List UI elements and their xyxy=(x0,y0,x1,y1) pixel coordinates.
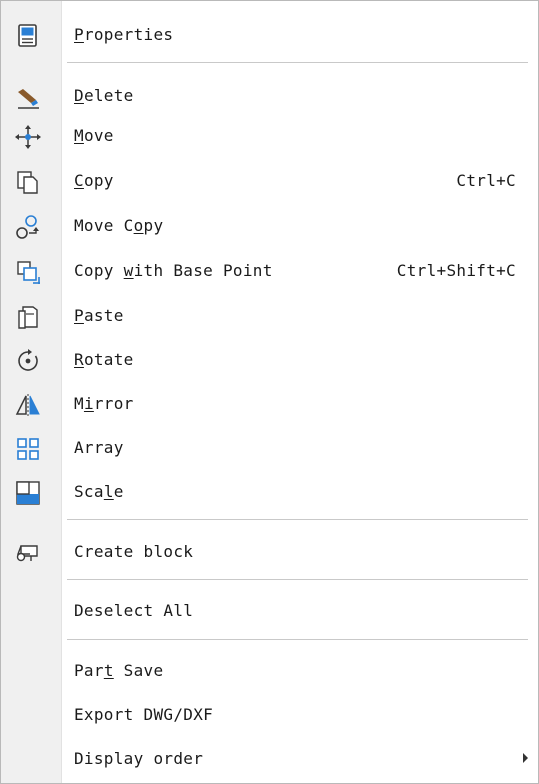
menu-item-label: Paste xyxy=(74,306,124,325)
menu-item-label: Display order xyxy=(74,749,204,768)
menu-item-paste[interactable]: Paste xyxy=(1,296,538,336)
menu-item-copy[interactable]: Copy Ctrl+C xyxy=(1,161,538,201)
menu-item-export-dwg-dxf[interactable]: Export DWG/DXF xyxy=(1,695,538,735)
paste-icon xyxy=(15,304,41,330)
menu-item-delete[interactable]: Delete xyxy=(1,76,538,116)
menu-item-scale[interactable]: Scale xyxy=(1,472,538,512)
menu-item-copy-with-base-point[interactable]: Copy with Base Point Ctrl+Shift+C xyxy=(1,251,538,291)
menu-item-label: Scale xyxy=(74,482,124,501)
move-copy-icon xyxy=(15,214,41,240)
scale-icon xyxy=(15,480,41,506)
copy-base-point-icon xyxy=(15,259,41,285)
move-arrows-icon xyxy=(15,124,41,150)
menu-item-properties[interactable]: Properties xyxy=(1,15,538,55)
menu-separator xyxy=(67,579,528,580)
menu-item-label: Rotate xyxy=(74,350,134,369)
menu-item-label: Part Save xyxy=(74,661,164,680)
eraser-icon xyxy=(15,84,41,110)
menu-item-mirror[interactable]: Mirror xyxy=(1,384,538,424)
menu-item-move[interactable]: Move xyxy=(1,116,538,156)
mirror-icon xyxy=(15,392,41,418)
copy-icon xyxy=(15,169,41,195)
menu-item-label: Properties xyxy=(74,25,174,44)
menu-item-label: Export DWG/DXF xyxy=(74,705,214,724)
context-menu: Properties Delete Move Copy Ctrl+C Move … xyxy=(0,0,539,784)
menu-item-deselect-all[interactable]: Deselect All xyxy=(1,591,538,631)
menu-item-rotate[interactable]: Rotate xyxy=(1,340,538,380)
menu-separator xyxy=(67,639,528,640)
menu-item-array[interactable]: Array xyxy=(1,428,538,468)
properties-icon xyxy=(15,23,41,49)
rotate-icon xyxy=(15,348,41,374)
submenu-arrow-icon xyxy=(523,753,528,763)
menu-item-label: Array xyxy=(74,438,124,457)
menu-separator xyxy=(67,519,528,520)
menu-item-label: Move Copy xyxy=(74,216,164,235)
menu-item-label: Copy xyxy=(74,171,114,190)
menu-item-create-block[interactable]: Create block xyxy=(1,532,538,572)
array-icon xyxy=(15,436,41,462)
create-block-icon xyxy=(15,540,41,566)
menu-item-label: Create block xyxy=(74,542,194,561)
menu-item-label: Copy with Base Point xyxy=(74,261,273,280)
menu-separator xyxy=(67,62,528,63)
menu-item-part-save[interactable]: Part Save xyxy=(1,651,538,691)
shortcut-label: Ctrl+C xyxy=(456,171,516,190)
menu-item-move-copy[interactable]: Move Copy xyxy=(1,206,538,246)
menu-item-label: Mirror xyxy=(74,394,134,413)
menu-item-display-order[interactable]: Display order xyxy=(1,739,538,779)
shortcut-label: Ctrl+Shift+C xyxy=(396,261,516,280)
menu-item-label: Move xyxy=(74,126,114,145)
menu-item-label: Delete xyxy=(74,86,134,105)
menu-item-label: Deselect All xyxy=(74,601,194,620)
